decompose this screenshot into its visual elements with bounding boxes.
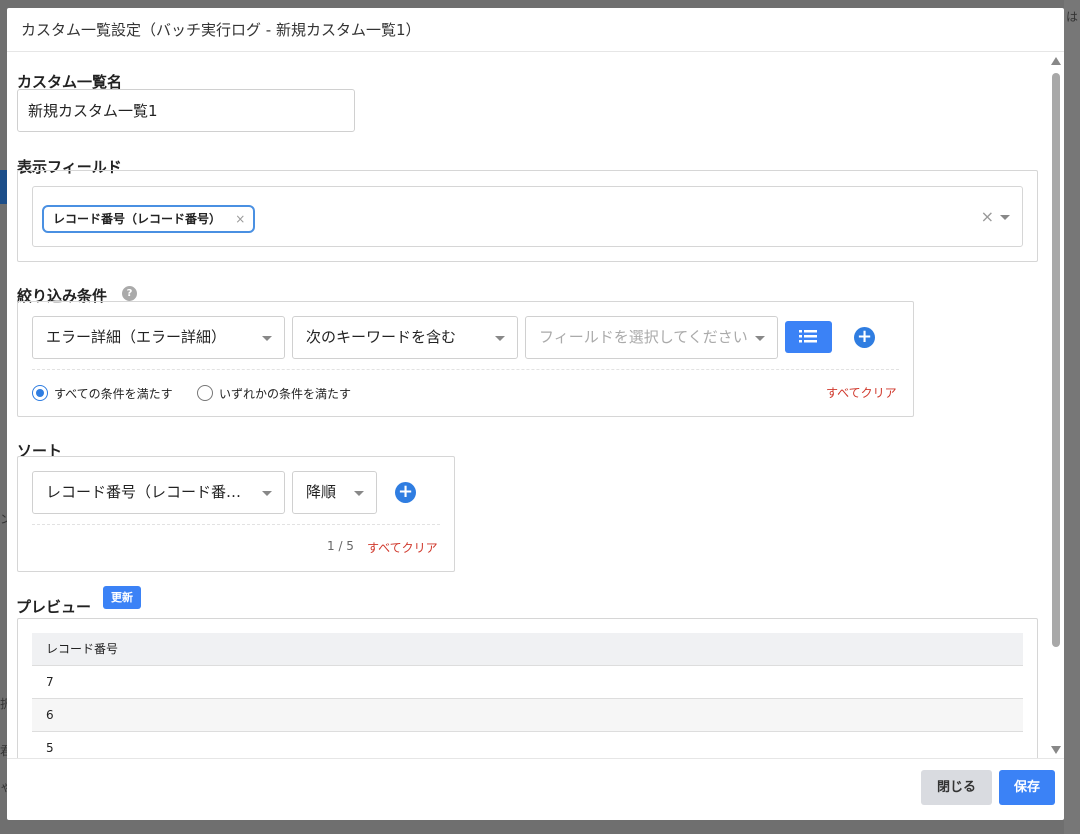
table-cell: 5 — [32, 731, 1023, 758]
update-preview-button[interactable]: 更新 — [103, 586, 141, 609]
dialog-scrollbar[interactable] — [1050, 53, 1062, 758]
add-sort-button[interactable]: + — [395, 482, 416, 503]
field-list-button[interactable] — [785, 321, 832, 353]
chevron-down-icon — [262, 491, 272, 496]
filter-operator-value: 次のキーワードを含む — [306, 328, 457, 346]
help-icon[interactable]: ? — [122, 286, 137, 301]
chevron-down-icon — [262, 336, 272, 341]
filter-field-select[interactable]: エラー詳細（エラー詳細） — [32, 316, 285, 359]
preview-panel: レコード番号 7 6 5 — [17, 618, 1038, 758]
filter-value-placeholder: フィールドを選択してください — [539, 328, 748, 346]
table-cell: 7 — [32, 665, 1023, 699]
sort-field-value: レコード番号（レコード番… — [46, 483, 242, 501]
field-chip-label: レコード番号（レコード番号） — [53, 212, 222, 226]
filter-panel: エラー詳細（エラー詳細） 次のキーワードを含む フィールドを選択してください +… — [17, 301, 914, 417]
match-any-radio[interactable] — [197, 385, 213, 401]
column-header[interactable]: レコード番号 — [32, 633, 1023, 666]
match-all-label[interactable]: すべての条件を満たす — [54, 385, 173, 402]
sort-counter: 1 / 5 — [327, 539, 354, 553]
filter-operator-select[interactable]: 次のキーワードを含む — [292, 316, 518, 359]
close-button[interactable]: 閉じる — [921, 770, 992, 805]
filter-field-value: エラー詳細（エラー詳細） — [46, 328, 227, 346]
sort-clear-all-link[interactable]: すべてクリア — [367, 539, 438, 556]
scrollbar-thumb[interactable] — [1052, 73, 1060, 647]
background-highlight — [0, 170, 7, 204]
add-condition-button[interactable]: + — [854, 327, 875, 348]
sort-order-select[interactable]: 降順 — [292, 471, 377, 514]
divider — [32, 524, 440, 525]
table-row: 5 — [32, 731, 1023, 758]
preview-label: プレビュー — [16, 598, 92, 616]
sort-panel: レコード番号（レコード番… 降順 + 1 / 5 すべてクリア — [17, 456, 455, 572]
sort-order-value: 降順 — [306, 483, 337, 501]
chip-remove-icon[interactable]: × — [235, 212, 245, 226]
dialog-footer: 閉じる 保存 — [7, 758, 1064, 820]
table-header-row: レコード番号 — [32, 633, 1023, 666]
chevron-down-icon — [495, 336, 505, 341]
table-row: 6 — [32, 698, 1023, 732]
match-all-radio[interactable] — [32, 385, 48, 401]
background-scroll-strip — [1064, 0, 1080, 834]
list-name-input[interactable]: 新規カスタム一覧1 — [17, 89, 355, 132]
background-text: は — [1066, 10, 1079, 24]
clear-icon[interactable]: × — [981, 207, 994, 226]
table-cell: 6 — [32, 698, 1023, 732]
match-any-label[interactable]: いずれかの条件を満たす — [219, 385, 351, 402]
sort-field-select[interactable]: レコード番号（レコード番… — [32, 471, 285, 514]
custom-list-settings-dialog: カスタム一覧設定（バッチ実行ログ - 新規カスタム一覧1） カスタム一覧名 新規… — [7, 8, 1064, 820]
save-button[interactable]: 保存 — [999, 770, 1055, 805]
dialog-title: カスタム一覧設定（バッチ実行ログ - 新規カスタム一覧1） — [7, 8, 1064, 52]
dialog-body[interactable]: カスタム一覧名 新規カスタム一覧1 表示フィールド レコード番号（レコード番号）… — [7, 53, 1050, 758]
table-row: 7 — [32, 665, 1023, 699]
list-icon — [799, 330, 817, 343]
scroll-down-icon[interactable] — [1051, 746, 1061, 754]
divider — [32, 369, 899, 370]
chevron-down-icon — [755, 336, 765, 341]
chevron-down-icon — [354, 491, 364, 496]
scroll-up-icon[interactable] — [1051, 57, 1061, 65]
filter-clear-all-link[interactable]: すべてクリア — [826, 384, 897, 401]
display-fields-select[interactable]: レコード番号（レコード番号） × × — [32, 186, 1023, 247]
preview-table: レコード番号 7 6 5 — [32, 633, 1023, 758]
filter-value-select[interactable]: フィールドを選択してください — [525, 316, 778, 359]
chevron-down-icon[interactable] — [1000, 215, 1010, 220]
display-fields-panel: レコード番号（レコード番号） × × — [17, 170, 1038, 262]
field-chip: レコード番号（レコード番号） × — [42, 205, 256, 233]
